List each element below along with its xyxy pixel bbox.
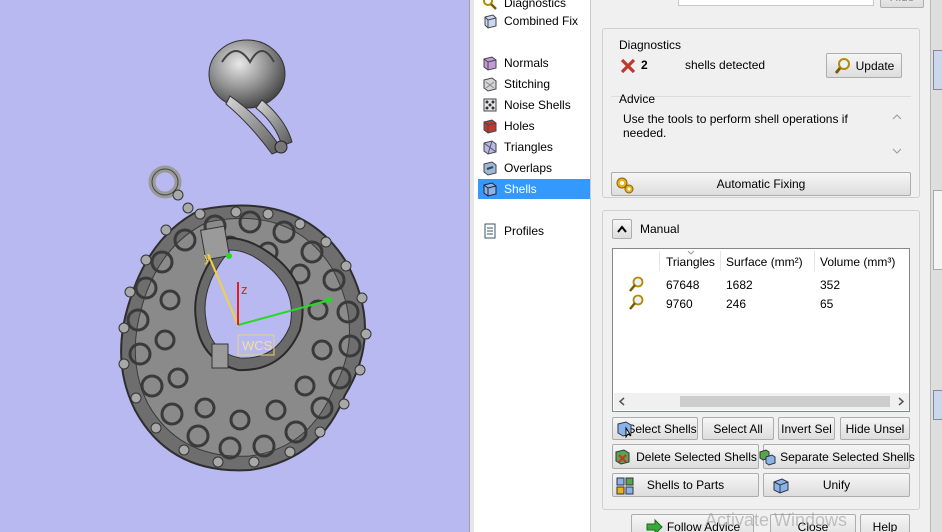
- separate-selected-shells-button[interactable]: Separate Selected Shells: [759, 444, 915, 469]
- bail-shell: [208, 39, 293, 155]
- follow-advice-button[interactable]: Follow Advice: [631, 514, 754, 532]
- select-shells-label: Select Shells: [627, 421, 697, 436]
- error-x-icon: [620, 58, 636, 74]
- diagnostics-title: Diagnostics: [619, 38, 682, 52]
- advice-scrollbar[interactable]: [892, 112, 902, 156]
- table-horizontal-scrollbar[interactable]: [614, 393, 909, 410]
- follow-advice-label: Follow Advice: [666, 520, 741, 532]
- tool-item-holes[interactable]: Holes: [478, 116, 590, 136]
- profiles-icon: [484, 223, 496, 239]
- invert-selection-button[interactable]: Invert Sel: [778, 417, 835, 440]
- shells-to-parts-label: Shells to Parts: [646, 478, 725, 492]
- cell-surface: 1682: [726, 278, 753, 292]
- 3d-viewport[interactable]: y z WCS: [0, 0, 469, 532]
- shells-icon: [483, 182, 497, 197]
- unify-button[interactable]: Unify: [763, 473, 910, 497]
- hide-unselected-button[interactable]: Hide Unsel: [840, 417, 910, 440]
- shells-to-parts-button[interactable]: Shells to Parts: [612, 473, 759, 497]
- unify-icon: [773, 478, 789, 494]
- noise-shells-icon: [483, 98, 497, 112]
- top-field[interactable]: [678, 0, 874, 6]
- holes-icon: [483, 119, 497, 134]
- automatic-fixing-button[interactable]: Automatic Fixing: [611, 172, 911, 196]
- update-button[interactable]: Update: [826, 53, 902, 78]
- overlaps-icon: [483, 161, 497, 176]
- combined-fix-icon: [484, 14, 497, 29]
- update-label: Update: [855, 58, 895, 73]
- top-hide-button[interactable]: Hide: [880, 0, 924, 8]
- tool-item-normals[interactable]: Normals: [478, 53, 590, 73]
- close-button[interactable]: Close: [770, 514, 856, 532]
- tool-item-profiles[interactable]: Profiles: [478, 221, 590, 241]
- manual-title: Manual: [640, 222, 680, 236]
- unify-label: Unify: [822, 478, 851, 492]
- diagnostics-message: shells detected: [685, 58, 766, 72]
- gears-icon: [616, 177, 634, 194]
- shells-to-parts-icon: [616, 477, 634, 495]
- magnifier-icon: [834, 57, 850, 74]
- column-header-triangles[interactable]: Triangles: [666, 255, 715, 269]
- adjacent-window-edge: [930, 0, 942, 532]
- help-button[interactable]: Help: [860, 514, 910, 532]
- wcs-label: WCS: [242, 338, 273, 353]
- shells-table[interactable]: Triangles Surface (mm²) Volume (mm³) 676…: [612, 248, 910, 412]
- delete-selected-label: Delete Selected Shells: [636, 449, 757, 464]
- advice-text: Use the tools to perform shell operation…: [623, 112, 848, 140]
- tool-item-noise-shells[interactable]: Noise Shells: [478, 95, 590, 115]
- cell-triangles: 67648: [666, 278, 700, 292]
- zoom-to-shell-icon[interactable]: [627, 294, 645, 312]
- delete-shells-icon: [615, 448, 630, 465]
- scroll-right-icon[interactable]: [897, 397, 905, 406]
- pendant-model: y z WCS: [118, 39, 372, 472]
- select-shells-button[interactable]: Select Shells: [612, 417, 698, 440]
- pendant-shell: [118, 189, 372, 472]
- select-shells-icon: [617, 421, 632, 438]
- axis-y-label: y: [204, 250, 211, 265]
- select-all-button[interactable]: Select All: [702, 417, 774, 440]
- cell-triangles: 9760: [666, 297, 693, 311]
- advice-box: Use the tools to perform shell operation…: [614, 106, 910, 160]
- cell-surface: 246: [726, 297, 747, 311]
- column-header-volume[interactable]: Volume (mm³): [820, 255, 895, 269]
- axis-z-label: z: [241, 282, 248, 297]
- tool-item-combined-fix[interactable]: Combined Fix: [478, 11, 590, 31]
- triangles-icon: [483, 140, 497, 155]
- tool-list: Diagnostics Combined Fix Normals Stitchi…: [474, 0, 591, 532]
- arrow-right-icon: [646, 518, 663, 532]
- scroll-left-icon[interactable]: [618, 397, 626, 406]
- separate-shells-icon: [759, 448, 776, 466]
- separate-selected-label: Separate Selected Shells: [780, 449, 915, 464]
- tool-item-overlaps[interactable]: Overlaps: [478, 158, 590, 178]
- automatic-fixing-label: Automatic Fixing: [716, 177, 806, 191]
- normals-icon: [483, 56, 497, 71]
- cell-volume: 65: [820, 297, 834, 311]
- zoom-to-shell-icon[interactable]: [627, 276, 645, 294]
- delete-selected-shells-button[interactable]: Delete Selected Shells: [612, 444, 759, 469]
- tool-item-stitching[interactable]: Stitching: [478, 74, 590, 94]
- stitching-icon: [483, 77, 497, 92]
- collapse-manual-button[interactable]: [612, 219, 632, 239]
- scroll-thumb[interactable]: [680, 396, 890, 407]
- advice-title: Advice: [619, 92, 656, 106]
- diagnostics-icon: [483, 0, 497, 10]
- chevron-up-icon: [617, 225, 627, 233]
- tool-item-triangles[interactable]: Triangles: [478, 137, 590, 157]
- cell-volume: 352: [820, 278, 841, 292]
- shell-count: 2: [641, 58, 648, 72]
- column-header-surface[interactable]: Surface (mm²): [726, 255, 803, 269]
- tool-item-shells[interactable]: Shells: [478, 179, 590, 199]
